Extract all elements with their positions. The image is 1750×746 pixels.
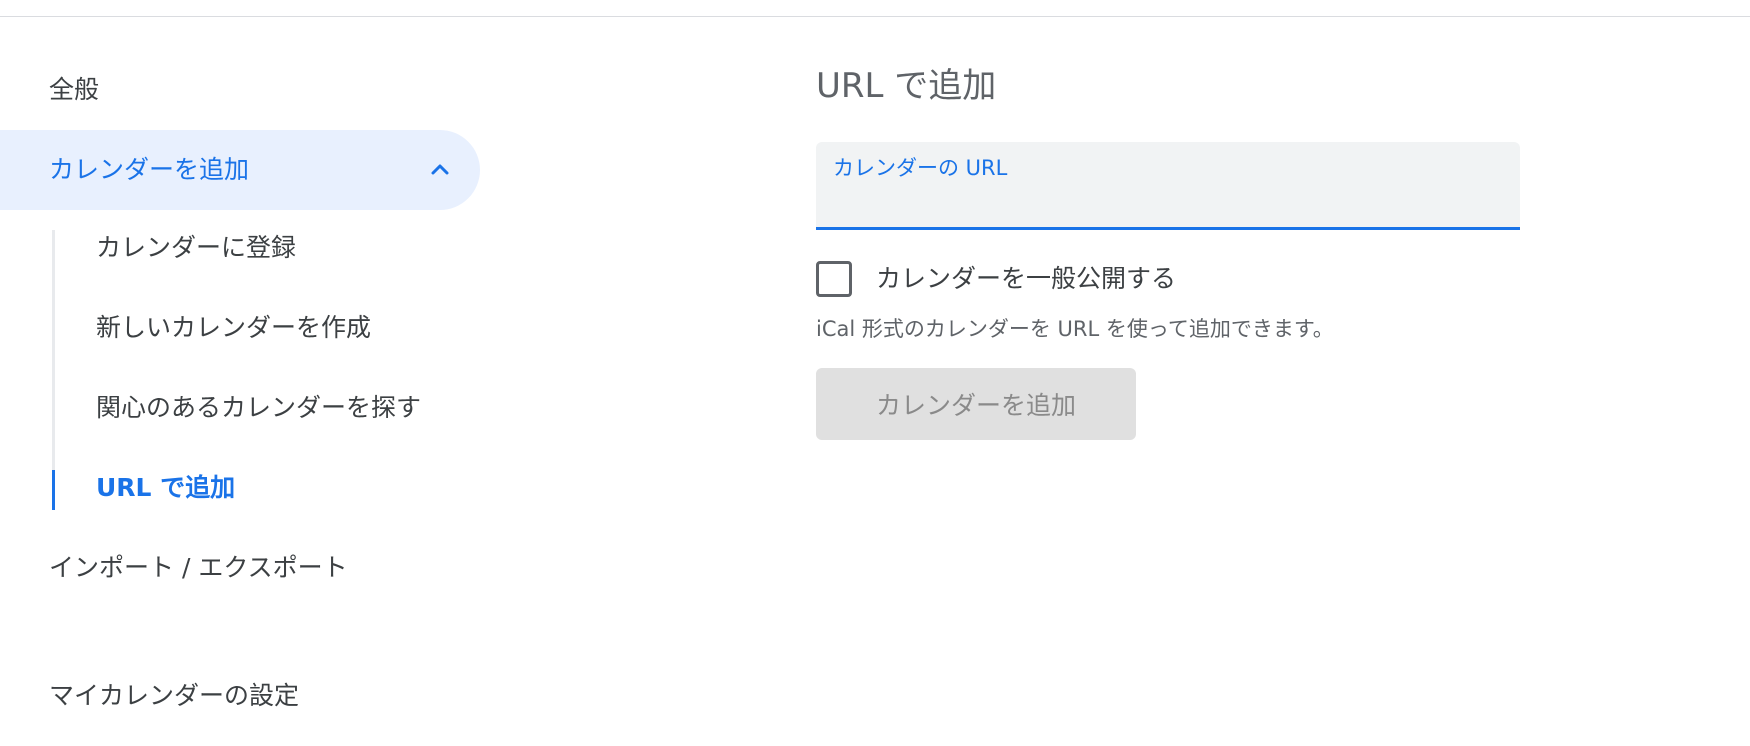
public-checkbox-label: カレンダーを一般公開する bbox=[876, 264, 1177, 293]
page-title: URL で追加 bbox=[816, 66, 997, 106]
settings-sidebar: 全般 カレンダーを追加 カレンダーに登録 新しいカレンダーを作成 関心のあるカレ… bbox=[0, 0, 480, 746]
submenu-active-indicator bbox=[52, 470, 55, 510]
sidebar-section-my-calendars-settings: マイカレンダーの設定 bbox=[49, 681, 300, 710]
sidebar-subitem-create-new[interactable]: 新しいカレンダーを作成 bbox=[96, 310, 371, 346]
sidebar-subitem-from-url[interactable]: URL で追加 bbox=[96, 470, 235, 506]
sidebar-subitem-subscribe[interactable]: カレンダーに登録 bbox=[96, 230, 296, 266]
sidebar-item-general[interactable]: 全般 bbox=[49, 72, 99, 108]
sidebar-item-import-export[interactable]: インポート / エクスポート bbox=[49, 550, 348, 586]
calendar-url-label: カレンダーの URL bbox=[833, 156, 1008, 180]
helper-text: iCal 形式のカレンダーを URL を使って追加できます。 bbox=[816, 317, 1334, 341]
add-by-url-panel: URL で追加 カレンダーの URL カレンダーを一般公開する iCal 形式の… bbox=[816, 0, 1716, 746]
public-checkbox-row[interactable]: カレンダーを一般公開する bbox=[816, 259, 1176, 299]
sidebar-item-add-calendar[interactable]: カレンダーを追加 bbox=[0, 130, 480, 210]
calendar-url-input[interactable] bbox=[833, 186, 1503, 220]
sidebar-subitem-browse-interesting[interactable]: 関心のあるカレンダーを探す bbox=[96, 390, 421, 426]
calendar-url-field[interactable]: カレンダーの URL bbox=[816, 142, 1520, 230]
public-checkbox[interactable] bbox=[816, 261, 852, 297]
add-calendar-button[interactable]: カレンダーを追加 bbox=[816, 368, 1136, 440]
sidebar-item-label: カレンダーを追加 bbox=[49, 155, 250, 184]
chevron-up-icon[interactable] bbox=[428, 158, 452, 182]
submenu-rail bbox=[52, 230, 55, 510]
